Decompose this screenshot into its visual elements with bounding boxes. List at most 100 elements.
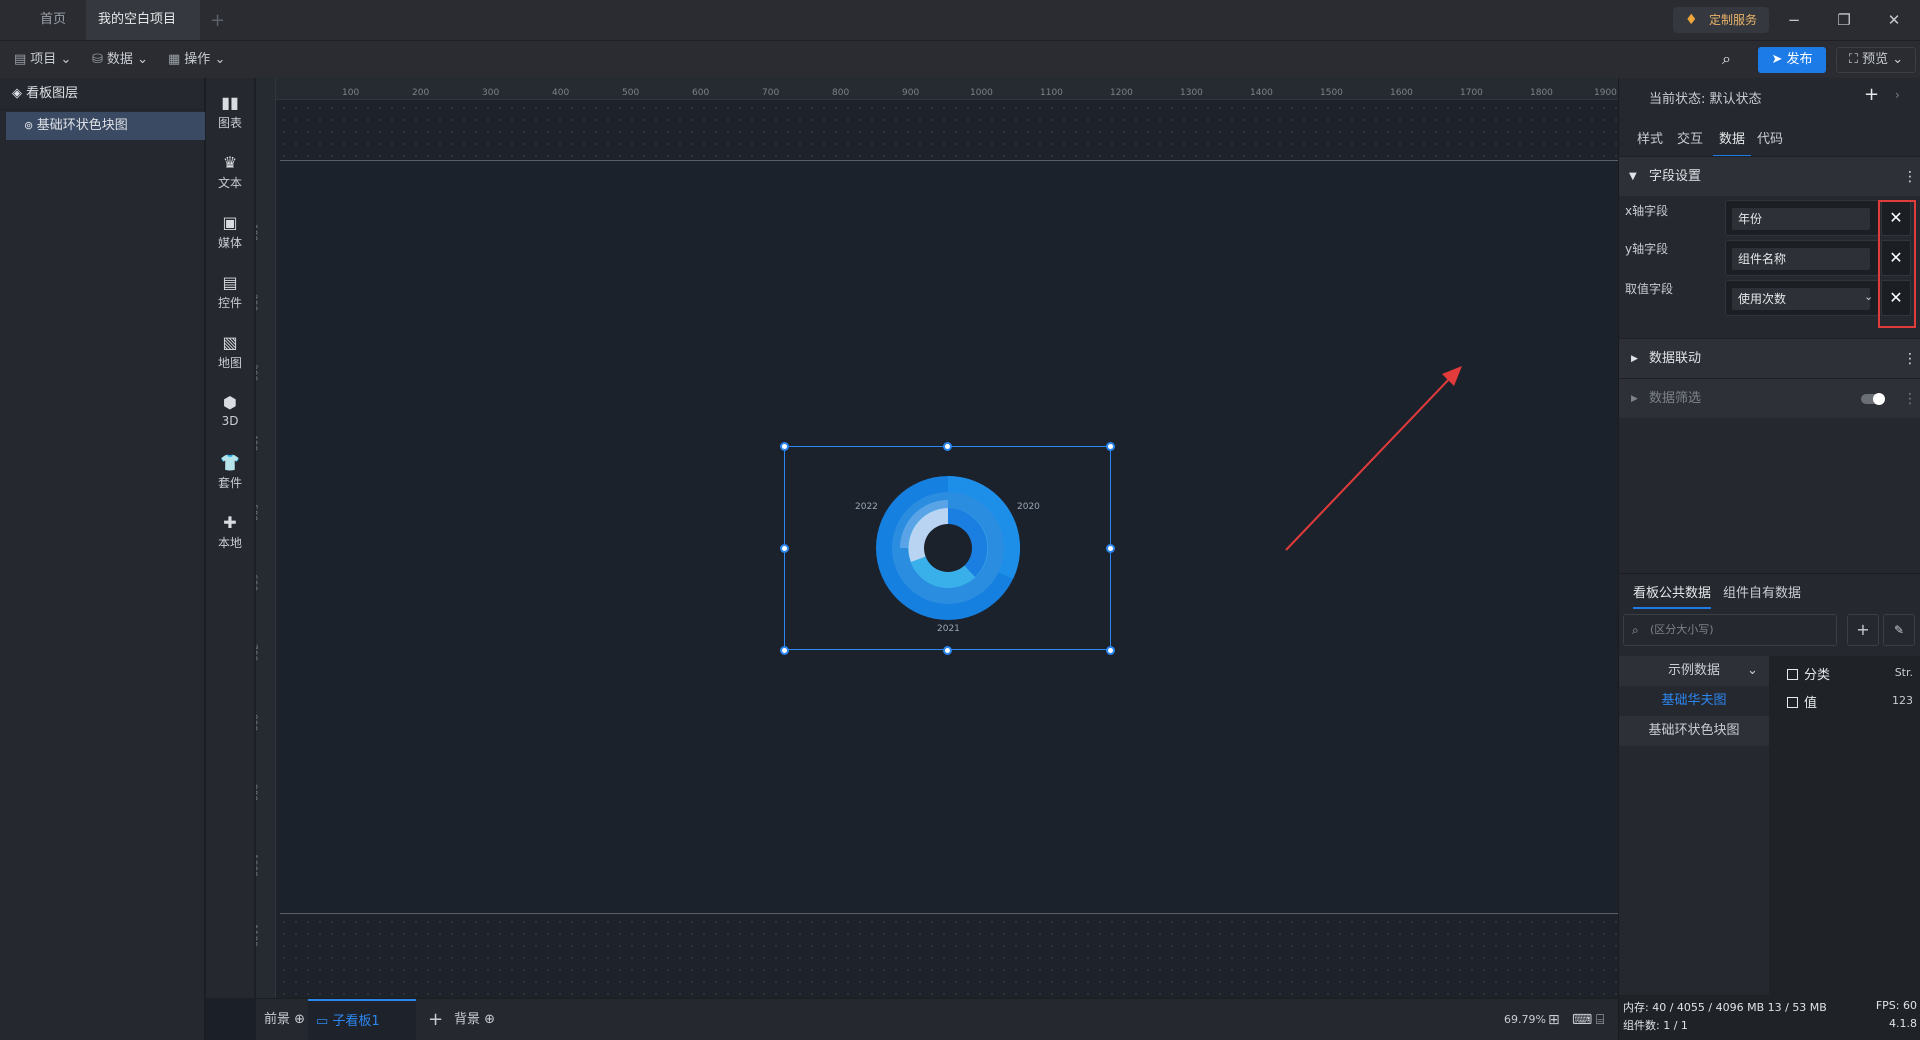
send-icon: ➤	[1771, 52, 1787, 67]
database-icon: ⛁	[92, 52, 103, 67]
memory-readout: 内存: 40 / 4055 / 4096 MB 13 / 53 MB	[1623, 1001, 1827, 1014]
main-toolbar: ▤ 项目 ⌄ ⛁ 数据 ⌄ ▦ 操作 ⌄ ⌕ ➤ 发布 ⛶ 预览 ⌄	[0, 40, 1920, 78]
edit-dataset-icon[interactable]: ✎	[1883, 614, 1915, 646]
state-value[interactable]: 默认状态	[1710, 92, 1762, 107]
caret-right-icon: ▶	[1631, 354, 1638, 364]
ring-hole	[924, 524, 972, 572]
field-item[interactable]: 值	[1787, 692, 1817, 711]
comp-control[interactable]: ▤ 控件	[206, 264, 254, 316]
tab-project[interactable]: 我的空白项目	[86, 0, 200, 64]
tab-code[interactable]: 代码	[1757, 128, 1783, 147]
comp-chart[interactable]: ▮▮ 图表	[206, 84, 254, 136]
tab-interaction[interactable]: 交互	[1677, 128, 1703, 147]
tab-data[interactable]: 数据	[1713, 128, 1751, 157]
custom-service-button[interactable]: ♦ 定制服务	[1673, 7, 1769, 33]
dataset-item[interactable]: 基础华夫图	[1619, 686, 1769, 716]
publish-button[interactable]: ➤ 发布	[1758, 47, 1826, 73]
tab-public-data[interactable]: 看板公共数据	[1633, 582, 1712, 609]
add-dataset-icon[interactable]: +	[1847, 614, 1879, 646]
value-field-select[interactable]: 使用次数 ⌄	[1725, 280, 1879, 316]
field-item[interactable]: 分类	[1787, 664, 1830, 683]
keyboard-icon[interactable]: ⌨	[1572, 999, 1592, 1040]
preview-button[interactable]: ⛶ 预览 ⌄	[1836, 47, 1916, 73]
filter-toggle[interactable]	[1861, 393, 1885, 405]
dataset-group[interactable]: 示例数据 ⌄	[1619, 656, 1769, 686]
more-vertical-icon[interactable]: ⋮	[1903, 339, 1917, 379]
close-icon[interactable]: ✕	[1884, 10, 1904, 30]
new-tab-icon[interactable]: +	[210, 10, 225, 31]
y-field-value: 组件名称	[1732, 248, 1870, 270]
field-name: 值	[1804, 696, 1818, 711]
tab-own-data[interactable]: 组件自有数据	[1723, 582, 1801, 601]
add-state-icon[interactable]: +	[1864, 84, 1879, 105]
menu-data[interactable]: ⛁ 数据 ⌄	[92, 50, 148, 70]
menu-project[interactable]: ▤ 项目 ⌄	[14, 50, 71, 70]
checkbox[interactable]	[1787, 669, 1798, 680]
more-vertical-icon[interactable]: ⋮	[1903, 157, 1917, 197]
ruler-tick: 1800	[1530, 88, 1553, 98]
search-icon[interactable]: ⌕	[1722, 49, 1731, 69]
diamond-icon: ♦	[1685, 12, 1698, 28]
state-row: 当前状态: 默认状态	[1649, 88, 1762, 107]
fit-icon[interactable]: ⊞	[1548, 999, 1560, 1040]
ruler-tick: 1500	[1320, 88, 1343, 98]
layer-item[interactable]: ⊚ 基础环状色块图	[6, 112, 205, 140]
terminal-icon[interactable]: ⌸	[1596, 999, 1604, 1040]
data-filter-header[interactable]: ▶ 数据筛选 ⋮	[1619, 378, 1920, 418]
add-circle-icon: ⊕	[294, 1012, 306, 1027]
restore-icon[interactable]: ❐	[1834, 10, 1854, 30]
file-icon: ▤	[14, 52, 27, 67]
ruler-tick: 900	[256, 784, 258, 802]
menu-ops[interactable]: ▦ 操作 ⌄	[168, 50, 225, 70]
properties-panel: 当前状态: 默认状态 + › 样式 交互 数据 代码 ▼ 字段设置 ⋮ x轴字段…	[1618, 78, 1920, 1040]
checkbox[interactable]	[1787, 697, 1798, 708]
value-field-label: 取值字段	[1625, 282, 1674, 296]
x-field-input[interactable]: 年份	[1725, 200, 1879, 236]
data-linkage-title: 数据联动	[1649, 351, 1702, 366]
ruler-tick: 500	[622, 88, 640, 98]
tab-front[interactable]: 前景 ⊕	[264, 999, 305, 1040]
canvas-margin-top	[278, 102, 1618, 158]
selected-component[interactable]: 2022 2020 2021	[780, 442, 1115, 655]
comp-kit[interactable]: 👕 套件	[206, 444, 254, 496]
comp-local[interactable]: ✚ 本地	[206, 504, 254, 556]
ruler-tick: 700	[762, 88, 780, 98]
status-bar: 内存: 40 / 4055 / 4096 MB 13 / 53 MB FPS: 6…	[1619, 995, 1920, 1040]
ruler-tick: 400	[256, 434, 258, 452]
status-row: 组件数: 1 / 1 4.1.8	[1623, 1017, 1917, 1035]
title-bar: 首页 我的空白项目 + ♦ 定制服务 − ❐ ✕	[0, 0, 1920, 64]
ruler-tick: 100	[342, 88, 360, 98]
canvas-area[interactable]: 100 200 300 400 500 600 700 800 900 1000…	[256, 78, 1618, 998]
fps-readout: FPS: 60	[1875, 999, 1917, 1012]
ruler-tick: 1200	[1110, 88, 1133, 98]
comp-control-label: 控件	[217, 296, 242, 310]
ruler-tick: 1400	[1250, 88, 1273, 98]
app-window: 首页 我的空白项目 + ♦ 定制服务 − ❐ ✕ ▤ 项目 ⌄ ⛁ 数据 ⌄ ▦ 操作…	[0, 0, 1920, 1040]
tab-back[interactable]: 背景 ⊕	[454, 999, 495, 1040]
ruler-tick: 600	[692, 88, 710, 98]
map-icon: ▧	[222, 333, 238, 352]
data-linkage-header[interactable]: ▶ 数据联动 ⋮	[1619, 338, 1920, 378]
x-field-value: 年份	[1732, 208, 1870, 230]
dataset-group-label: 示例数据	[1667, 663, 1720, 678]
comp-text[interactable]: ♛ 文本	[206, 144, 254, 196]
ring-label: 2021	[937, 624, 960, 634]
dataset-search-input[interactable]: ⌕ (区分大小写)	[1623, 614, 1837, 646]
comp-map[interactable]: ▧ 地图	[206, 324, 254, 376]
y-field-input[interactable]: 组件名称	[1725, 240, 1879, 276]
ruler-tick: 600	[256, 574, 258, 592]
chevron-right-icon[interactable]: ›	[1895, 88, 1900, 102]
add-board-icon[interactable]: +	[428, 999, 443, 1040]
comp-3d[interactable]: ⬢ 3D	[206, 384, 254, 436]
tab-home[interactable]: 首页	[18, 0, 88, 40]
minimize-icon[interactable]: −	[1784, 10, 1804, 30]
ruler-tick: 100	[256, 224, 258, 242]
comp-media[interactable]: ▣ 媒体	[206, 204, 254, 256]
tab-style[interactable]: 样式	[1637, 128, 1663, 147]
ruler-tick: 1600	[1390, 88, 1413, 98]
dataset-item[interactable]: 基础环状色块图	[1619, 716, 1769, 746]
ruler-top: 100 200 300 400 500 600 700 800 900 1000…	[276, 78, 1618, 100]
more-vertical-icon[interactable]: ⋮	[1903, 379, 1917, 419]
tab-sub-board[interactable]: ▭ 子看板1	[308, 999, 416, 1040]
field-settings-header[interactable]: ▼ 字段设置 ⋮	[1619, 156, 1920, 196]
